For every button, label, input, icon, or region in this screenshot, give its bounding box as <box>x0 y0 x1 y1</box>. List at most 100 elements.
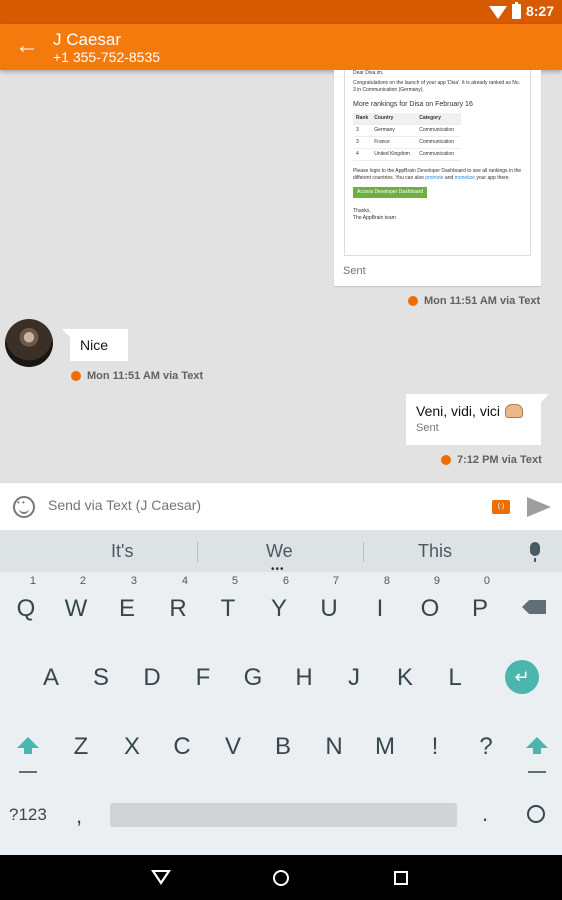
key[interactable]: H <box>284 664 324 692</box>
key[interactable]: 2W <box>56 575 96 623</box>
key[interactable]: A <box>31 664 71 692</box>
key[interactable]: S <box>81 664 121 692</box>
key[interactable]: C <box>162 733 202 761</box>
arrow-left-icon[interactable]: ← <box>14 32 40 60</box>
key[interactable]: Z <box>61 733 101 761</box>
emoji-keyboard-icon[interactable] <box>527 805 545 823</box>
key[interactable]: B <box>263 733 303 761</box>
key[interactable]: 6Y <box>259 575 299 623</box>
symbols-key[interactable]: ?123 <box>9 805 47 825</box>
sms-dot-icon <box>441 455 451 465</box>
table-header: Category <box>416 113 462 125</box>
email-intro: Congratulations on the launch of your ap… <box>353 80 521 93</box>
key[interactable]: 8I <box>360 575 400 623</box>
key-label: Y <box>270 595 287 622</box>
table-cell: Communication <box>416 148 462 161</box>
key-hint: 7 <box>332 575 339 587</box>
table-header: Country <box>371 113 417 125</box>
key[interactable]: 7U <box>309 575 349 623</box>
nav-recents-icon[interactable] <box>394 871 408 885</box>
table-cell: 3 <box>353 136 372 149</box>
key[interactable]: N <box>314 733 354 761</box>
space-bar[interactable] <box>110 803 457 827</box>
key-label: I <box>376 595 384 622</box>
suggestion-item[interactable]: It's <box>111 541 133 562</box>
sms-dot-icon <box>408 296 418 306</box>
key[interactable]: D <box>132 664 172 692</box>
table-cell: France <box>371 136 417 149</box>
keyboard: It's We ••• This 1Q 2W 3E 4R 5T 6Y 7U 8I… <box>0 530 562 855</box>
shift-left-icon[interactable] <box>17 737 39 754</box>
nav-back-icon[interactable] <box>151 870 171 885</box>
table-cell: United Kingdom <box>371 148 417 161</box>
table-cell: Germany <box>371 124 417 137</box>
smiley-icon[interactable] <box>13 496 35 518</box>
key-hint: 6 <box>282 575 289 587</box>
suggestion-item[interactable]: This <box>418 541 452 562</box>
navigation-bar <box>0 855 562 900</box>
backspace-icon[interactable] <box>522 600 546 614</box>
contact-name[interactable]: J Caesar <box>53 30 121 50</box>
key[interactable]: 1Q <box>6 575 46 623</box>
sms-dot-icon <box>71 371 81 381</box>
message-text: Nice <box>80 337 109 353</box>
email-message-bubble[interactable]: Dear Disa.im, Congratulations on the lau… <box>334 70 541 286</box>
key[interactable]: J <box>334 664 374 692</box>
suggestion-item[interactable]: We <box>266 541 293 562</box>
key-hint: 5 <box>231 575 238 587</box>
email-content: Dear Disa.im, Congratulations on the lau… <box>344 70 531 256</box>
mms-attach-icon[interactable]: (:) <box>492 500 510 514</box>
key[interactable]: L <box>435 664 475 692</box>
key-label: Q <box>16 595 36 622</box>
period-key[interactable]: . <box>482 801 488 827</box>
incoming-message-bubble[interactable]: Nice <box>62 329 128 361</box>
nav-home-icon[interactable] <box>273 870 289 886</box>
battery-icon <box>511 1 521 19</box>
table-cell: 3 <box>353 124 372 137</box>
key[interactable]: G <box>233 664 273 692</box>
key[interactable]: 5T <box>208 575 248 623</box>
status-bar: 8:27 <box>0 0 562 24</box>
key[interactable]: X <box>112 733 152 761</box>
key[interactable]: F <box>183 664 223 692</box>
shift-indicator <box>19 771 37 773</box>
key-hint: 8 <box>383 575 390 587</box>
promote-link[interactable]: promote <box>425 175 443 181</box>
monetize-link[interactable]: monetize <box>455 175 475 181</box>
key-hint: 3 <box>130 575 137 587</box>
email-signoff: Thanks, <box>353 208 371 214</box>
enter-icon[interactable]: ↵ <box>505 660 539 694</box>
wifi-icon <box>488 5 507 19</box>
message-input[interactable]: Send via Text (J Caesar) <box>48 497 201 513</box>
microphone-icon[interactable] <box>530 542 540 562</box>
avatar[interactable] <box>5 319 53 367</box>
key[interactable]: K <box>385 664 425 692</box>
outgoing-message-bubble[interactable]: Veni, vidi, vici Sent <box>406 394 549 445</box>
send-icon[interactable] <box>527 497 551 517</box>
table-cell: Communication <box>416 136 462 149</box>
key[interactable]: 4R <box>158 575 198 623</box>
email-greeting: Dear Disa.im, <box>353 70 384 76</box>
email-link-tail: your app there. <box>476 175 510 181</box>
table-row: 3 France Communication <box>353 136 462 149</box>
compose-bar: Send via Text (J Caesar) (:) <box>0 482 562 530</box>
key-label: P <box>471 595 488 622</box>
key-hint: 1 <box>29 575 36 587</box>
key[interactable]: M <box>365 733 405 761</box>
comma-key[interactable]: , <box>76 803 82 829</box>
key[interactable]: 0P <box>460 575 500 623</box>
key[interactable]: 3E <box>107 575 147 623</box>
key[interactable]: ? <box>466 733 506 761</box>
conversation-list[interactable]: Dear Disa.im, Congratulations on the lau… <box>0 70 562 482</box>
divider <box>363 542 364 562</box>
key[interactable]: 9O <box>410 575 450 623</box>
table-header: Rank <box>353 113 372 125</box>
message-timestamp: Mon 11:51 AM via Text <box>87 370 204 382</box>
key[interactable]: V <box>213 733 253 761</box>
key[interactable]: ! <box>415 733 455 761</box>
shift-right-icon[interactable] <box>526 737 548 754</box>
app-bar: ← J Caesar +1 355-752-8535 <box>0 24 562 70</box>
table-row: 3 Germany Communication <box>353 124 462 137</box>
more-suggestions-icon[interactable]: ••• <box>271 564 285 575</box>
developer-dashboard-button[interactable]: Access Developer Dashboard <box>353 187 428 198</box>
